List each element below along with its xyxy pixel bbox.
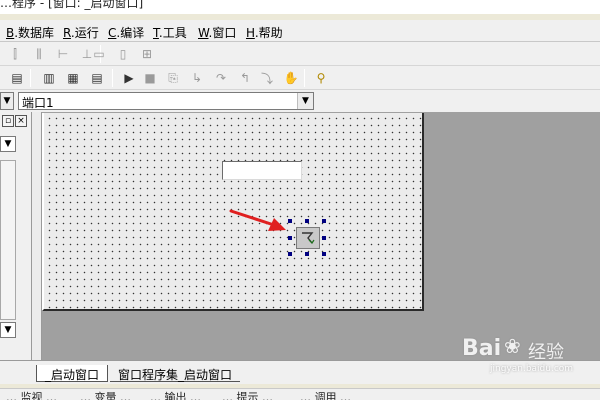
tab-window-assembly[interactable]: 窗口程序集_启动窗口 [110, 365, 241, 382]
selection-handle[interactable] [288, 236, 292, 240]
selection-handle[interactable] [322, 252, 326, 256]
tab-startup-window[interactable]: _启动窗口 [36, 365, 109, 382]
panel-scrollbar[interactable] [0, 160, 16, 320]
selection-handle[interactable] [322, 219, 326, 223]
run-to-cursor-icon[interactable]: ⤵ [258, 69, 276, 87]
same-spacing-icon[interactable]: ⊢ [54, 45, 72, 63]
panel-tab[interactable]: … 提示 … [222, 389, 273, 400]
panel-combo[interactable]: ▼ [0, 136, 16, 152]
same-size-icon[interactable]: ⊞ [138, 45, 156, 63]
window-layout-2-icon[interactable]: ▦ [64, 69, 82, 87]
left-side-panel: ▫ × ▼ ▼ [0, 112, 32, 360]
panel-tab[interactable]: … 变量 … [80, 389, 131, 400]
run-icon[interactable]: ▶ [120, 69, 138, 87]
menu-help[interactable]: H.帮助 [246, 24, 283, 41]
close-icon[interactable]: × [15, 115, 27, 127]
baidu-watermark: Bai ❀ 经验 jingyan.baidu.com [450, 332, 600, 378]
hand-icon[interactable]: ✋ [282, 69, 300, 87]
watermark-text: 经验 [528, 342, 564, 363]
stop-icon[interactable]: ■ [141, 69, 159, 87]
form-textbox-control[interactable] [222, 161, 302, 180]
menu-database[interactable]: B.数据库 [6, 24, 54, 41]
panel-tab[interactable]: … 调用 … [300, 389, 351, 400]
align-center-icon[interactable]: ⫼ [30, 45, 48, 63]
selection-handle[interactable] [322, 236, 326, 240]
selection-handle[interactable] [305, 252, 309, 256]
title-bar: …程序 - [窗口: _启动窗口] [0, 0, 600, 14]
find-icon[interactable]: ⚲ [312, 69, 330, 87]
watermark-url: jingyan.baidu.com [490, 364, 574, 374]
timer-icon [302, 232, 315, 244]
selector-row: ▼ 端口1 ▼ [0, 90, 600, 112]
panel-tab[interactable]: … 输出 … [150, 389, 201, 400]
object-combo[interactable]: 端口1 ▼ [18, 92, 314, 110]
workspace-left-strip [32, 112, 42, 360]
chevron-down-icon: ▼ [1, 93, 13, 109]
window-layout-1-icon[interactable]: ▥ [40, 69, 58, 87]
same-width-icon[interactable]: ▭ [90, 45, 108, 63]
panel-tab[interactable]: … 监视 … [6, 389, 57, 400]
step-into-icon[interactable]: ↳ [188, 69, 206, 87]
timer-control[interactable] [296, 227, 320, 249]
panel-combo-bottom[interactable]: ▼ [0, 322, 16, 338]
chevron-down-icon: ▼ [297, 93, 313, 109]
selection-handle[interactable] [305, 219, 309, 223]
menu-compile[interactable]: C.编译 [108, 24, 144, 41]
paw-icon: ❀ [504, 334, 521, 358]
selection-handle[interactable] [288, 252, 292, 256]
same-height-icon[interactable]: ▯ [114, 45, 132, 63]
menu-bar: B.数据库 R.运行 C.编译 T.工具 W.窗口 H.帮助 [0, 20, 600, 42]
watermark-brand: Bai [462, 336, 502, 361]
main-toolbar: ▤ ▥ ▦ ▤ ▶ ■ ⎘ ↳ ↷ ↰ ⤵ ✋ ⚲ [0, 66, 600, 90]
menu-tools[interactable]: T.工具 [153, 24, 187, 41]
class-combo[interactable]: ▼ [0, 92, 14, 110]
properties-icon[interactable]: ▤ [8, 69, 26, 87]
align-left-icon[interactable]: ⫿ [6, 45, 24, 63]
menu-run[interactable]: R.运行 [63, 24, 99, 41]
pin-icon[interactable]: ▫ [2, 115, 14, 127]
menu-window[interactable]: W.窗口 [198, 24, 236, 41]
annotation-arrow [229, 209, 286, 231]
window-layout-3-icon[interactable]: ▤ [88, 69, 106, 87]
step-out-icon[interactable]: ↰ [236, 69, 254, 87]
step-icon[interactable]: ⎘ [164, 69, 182, 87]
bottom-panel-tabs: … 监视 … … 变量 … … 输出 … … 提示 … … 调用 … [0, 388, 600, 400]
window-title: …程序 - [窗口: _启动窗口] [0, 0, 144, 10]
step-over-icon[interactable]: ↷ [212, 69, 230, 87]
alignment-toolbar: ⫿ ⫼ ⊢ ⊥ ▭ ▯ ⊞ [0, 42, 600, 66]
